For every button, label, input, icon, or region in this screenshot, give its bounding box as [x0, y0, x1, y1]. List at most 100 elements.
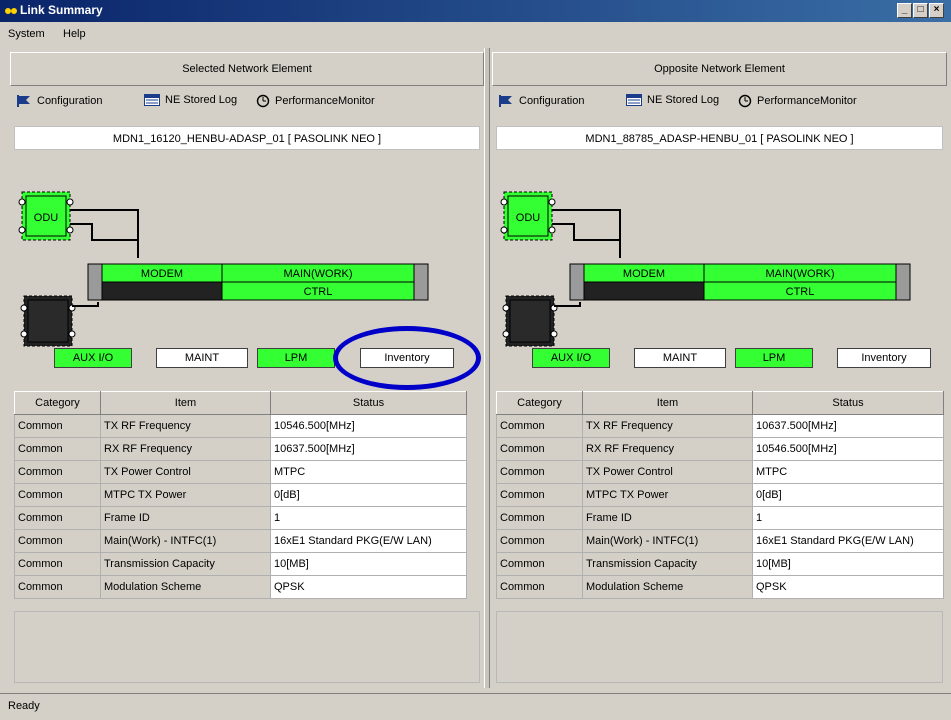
maint-button[interactable]: MAINT: [156, 348, 248, 368]
lpm-button[interactable]: LPM: [257, 348, 335, 368]
status-cell: 10637.500[MHz]: [752, 414, 944, 438]
configuration-icon: [499, 95, 512, 107]
column-header-category[interactable]: Category: [496, 391, 583, 415]
table-row[interactable]: Common Transmission Capacity 10[MB]: [14, 552, 467, 576]
configuration-label: Configuration: [37, 95, 103, 107]
table-row[interactable]: Common Transmission Capacity 10[MB]: [496, 552, 944, 576]
table-row[interactable]: Common TX Power Control MTPC: [14, 460, 467, 484]
status-table: Category Item Status Common TX RF Freque…: [496, 391, 944, 599]
pane-header: Selected Network Element: [10, 52, 484, 86]
close-button[interactable]: ×: [929, 3, 944, 18]
main-work-label: MAIN(WORK): [283, 268, 352, 280]
status-text: Ready: [8, 700, 40, 712]
pane-header: Opposite Network Element: [492, 52, 947, 86]
table-row[interactable]: Common RX RF Frequency 10637.500[MHz]: [14, 437, 467, 461]
ctrl-label: CTRL: [304, 286, 333, 298]
item-cell: Modulation Scheme: [100, 575, 271, 599]
aux-io-button[interactable]: AUX I/O: [532, 348, 610, 368]
table-header-row: Category Item Status: [496, 391, 944, 415]
ctrl-label: CTRL: [786, 286, 815, 298]
inventory-button[interactable]: Inventory: [360, 348, 454, 368]
table-row[interactable]: Common Main(Work) - INTFC(1) 16xE1 Stand…: [14, 529, 467, 553]
category-cell: Common: [496, 506, 583, 530]
idu-unit[interactable]: [502, 295, 558, 347]
status-cell: 0[dB]: [270, 483, 467, 507]
log-icon: [144, 94, 160, 106]
equipment-diagram: ODU MODEM MAIN(WORK) CTRL: [492, 158, 951, 378]
category-cell: Common: [14, 575, 101, 599]
table-row[interactable]: Common Main(Work) - INTFC(1) 16xE1 Stand…: [496, 529, 944, 553]
item-cell: Frame ID: [582, 506, 753, 530]
column-header-status[interactable]: Status: [752, 391, 944, 415]
item-cell: TX RF Frequency: [100, 414, 271, 438]
performance-monitor-button[interactable]: PerformanceMonitor: [738, 94, 857, 108]
performance-monitor-button[interactable]: PerformanceMonitor: [256, 94, 375, 108]
status-cell: 0[dB]: [752, 483, 944, 507]
status-cell: 16xE1 Standard PKG(E/W LAN): [270, 529, 467, 553]
item-cell: Main(Work) - INTFC(1): [100, 529, 271, 553]
odu-label: ODU: [34, 212, 59, 224]
item-cell: Modulation Scheme: [582, 575, 753, 599]
selected-ne-pane: Selected Network Element Configuration N…: [10, 48, 484, 688]
table-row[interactable]: Common RX RF Frequency 10546.500[MHz]: [496, 437, 944, 461]
equipment-diagram-svg: ODU MODEM MAIN(WORK) CTRL: [500, 191, 911, 347]
title-bar: Link Summary _ □ ×: [0, 0, 951, 22]
equipment-diagram: ODU MODEM MAIN(WORK) CTRL: [10, 158, 490, 378]
minimize-button[interactable]: _: [897, 3, 912, 18]
category-cell: Common: [496, 437, 583, 461]
table-empty-area: [14, 611, 480, 683]
table-row[interactable]: Common TX RF Frequency 10637.500[MHz]: [496, 414, 944, 438]
menu-help[interactable]: Help: [63, 28, 86, 40]
configuration-button[interactable]: Configuration: [498, 94, 584, 108]
item-cell: TX Power Control: [582, 460, 753, 484]
configuration-button[interactable]: Configuration: [16, 94, 102, 108]
category-cell: Common: [496, 575, 583, 599]
table-row[interactable]: Common Modulation Scheme QPSK: [14, 575, 467, 599]
column-header-item[interactable]: Item: [582, 391, 753, 415]
opposite-ne-pane: Opposite Network Element Configuration N…: [492, 48, 947, 688]
inventory-button[interactable]: Inventory: [837, 348, 931, 368]
item-cell: TX RF Frequency: [582, 414, 753, 438]
aux-io-button[interactable]: AUX I/O: [54, 348, 132, 368]
performance-monitor-label: PerformanceMonitor: [757, 95, 857, 107]
status-cell: QPSK: [752, 575, 944, 599]
window-title: Link Summary: [20, 3, 103, 17]
status-cell: 10637.500[MHz]: [270, 437, 467, 461]
column-header-category[interactable]: Category: [14, 391, 101, 415]
odu-label: ODU: [516, 212, 541, 224]
table-row[interactable]: Common MTPC TX Power 0[dB]: [14, 483, 467, 507]
category-cell: Common: [496, 552, 583, 576]
ne-stored-log-label: NE Stored Log: [647, 94, 720, 106]
pane-splitter[interactable]: [484, 48, 490, 688]
category-cell: Common: [14, 460, 101, 484]
column-header-status[interactable]: Status: [270, 391, 467, 415]
lpm-button[interactable]: LPM: [735, 348, 813, 368]
table-row[interactable]: Common Modulation Scheme QPSK: [496, 575, 944, 599]
menu-system[interactable]: System: [8, 28, 45, 40]
ne-name-field: MDN1_16120_HENBU-ADASP_01 [ PASOLINK NEO…: [14, 126, 480, 150]
idu-unit[interactable]: [20, 295, 76, 347]
ne-stored-log-button[interactable]: NE Stored Log: [144, 94, 237, 106]
table-row[interactable]: Common MTPC TX Power 0[dB]: [496, 483, 944, 507]
status-cell: MTPC: [752, 460, 944, 484]
category-cell: Common: [14, 529, 101, 553]
table-row[interactable]: Common TX Power Control MTPC: [496, 460, 944, 484]
maint-button[interactable]: MAINT: [634, 348, 726, 368]
pane-toolbar: Configuration NE Stored Log PerformanceM…: [16, 92, 476, 114]
configuration-icon: [17, 95, 30, 107]
table-row[interactable]: Common Frame ID 1: [14, 506, 467, 530]
status-cell: 1: [270, 506, 467, 530]
category-cell: Common: [14, 506, 101, 530]
ne-stored-log-button[interactable]: NE Stored Log: [626, 94, 719, 106]
category-cell: Common: [14, 414, 101, 438]
table-row[interactable]: Common Frame ID 1: [496, 506, 944, 530]
maximize-button[interactable]: □: [913, 3, 928, 18]
column-header-item[interactable]: Item: [100, 391, 271, 415]
item-cell: TX Power Control: [100, 460, 271, 484]
table-row[interactable]: Common TX RF Frequency 10546.500[MHz]: [14, 414, 467, 438]
category-cell: Common: [496, 483, 583, 507]
performance-monitor-label: PerformanceMonitor: [275, 95, 375, 107]
main-work-label: MAIN(WORK): [765, 268, 834, 280]
item-cell: Frame ID: [100, 506, 271, 530]
item-cell: RX RF Frequency: [582, 437, 753, 461]
